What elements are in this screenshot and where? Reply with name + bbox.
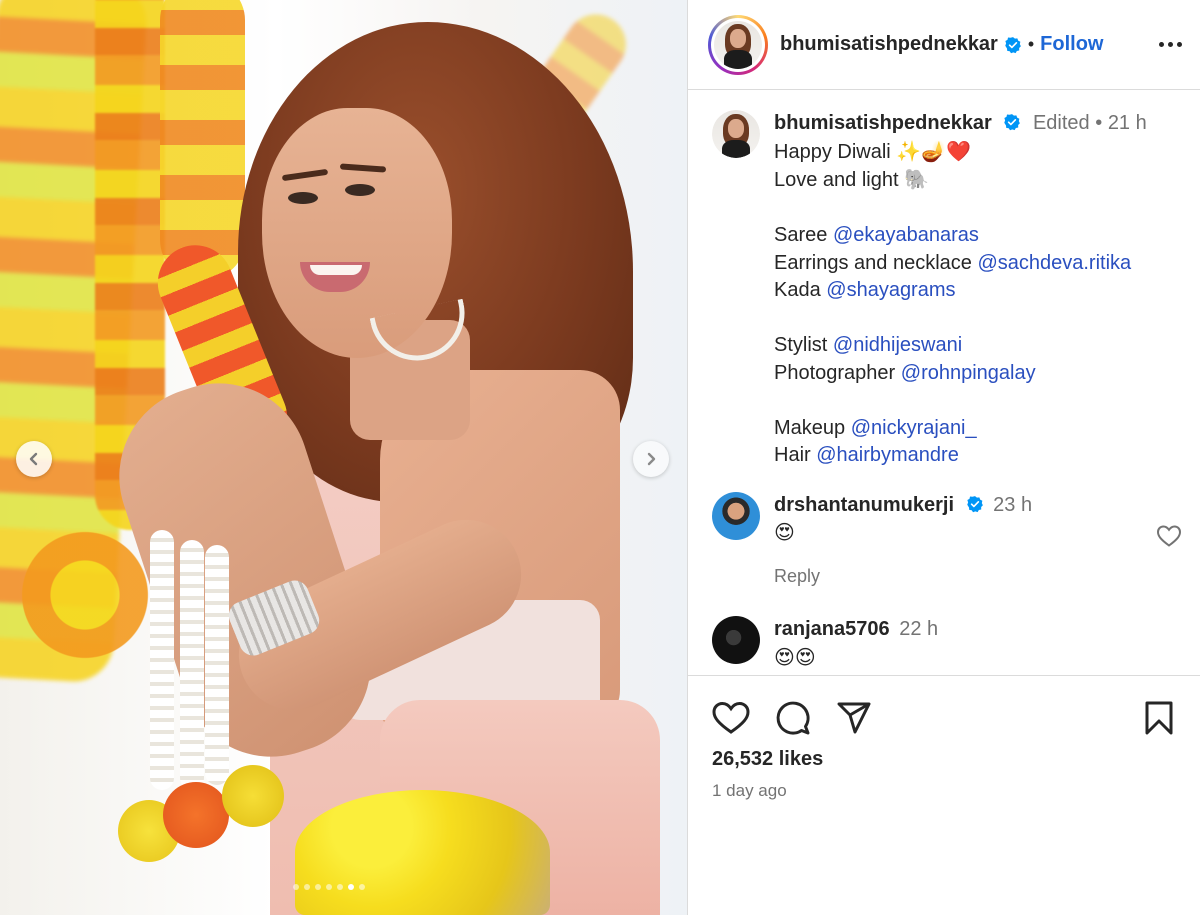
instagram-post-view: bhumisatishpednekkar • Follow bhumisatis… [0, 0, 1200, 915]
carousel-dot [315, 884, 321, 890]
carousel-next-button[interactable] [633, 441, 669, 477]
bookmark-icon [1145, 701, 1173, 735]
carousel-dot [359, 884, 365, 890]
marigold [222, 765, 284, 827]
comment-item: drshantanumukerji 23 h 😍 Reply [712, 491, 1182, 591]
eye [288, 192, 318, 204]
separator-dot: • [1027, 34, 1035, 54]
follow-button[interactable]: Follow [1040, 33, 1103, 56]
marigold-bowl [295, 790, 550, 915]
credit-label: Photographer [774, 361, 901, 384]
comment-time: 23 h [993, 493, 1033, 516]
caption: bhumisatishpednekkar Edited • 21 h Happy… [712, 110, 1182, 470]
comment-icon [776, 701, 810, 735]
carousel-dot [337, 884, 343, 890]
comment-button[interactable] [775, 700, 811, 736]
marigold [163, 782, 229, 848]
caption-avatar[interactable] [712, 110, 760, 158]
credit-label: Makeup [774, 416, 851, 439]
commenter-avatar[interactable] [712, 616, 760, 664]
post-actions: 26,532 likes 1 day ago [688, 675, 1200, 915]
credit-label: Hair [774, 444, 817, 466]
credit-label: Stylist [774, 334, 833, 356]
comment-body: drshantanumukerji 23 h 😍 Reply [774, 492, 1182, 591]
comment-time: 22 h [899, 618, 939, 640]
author-avatar[interactable] [708, 14, 768, 75]
chevron-right-icon [647, 452, 656, 466]
action-icons [712, 698, 1176, 738]
comment-text: 😍😍 [774, 644, 816, 669]
caption-username[interactable]: bhumisatishpednekkar [774, 112, 992, 134]
mention-link[interactable]: @hairbymandre [816, 444, 959, 466]
caption-emoji: 🐘 [904, 167, 930, 191]
post-header: bhumisatishpednekkar • Follow [688, 0, 1200, 90]
jasmine-garland [180, 540, 204, 790]
post-side-panel: bhumisatishpednekkar • Follow bhumisatis… [687, 0, 1200, 915]
garland-decoration [160, 0, 245, 280]
more-options-button[interactable] [1159, 42, 1182, 47]
share-button[interactable] [836, 701, 872, 735]
mention-link[interactable]: @rohnpingalay [901, 362, 1036, 384]
carousel-dot [293, 884, 299, 890]
post-photo[interactable] [0, 0, 687, 915]
author-username[interactable]: bhumisatishpednekkar [780, 33, 998, 56]
chevron-left-icon [29, 452, 38, 466]
post-time[interactable]: 1 day ago [712, 781, 1176, 801]
heart-icon[interactable] [1156, 524, 1182, 548]
mention-link[interactable]: @sachdeva.ritika [977, 252, 1131, 274]
eye [345, 184, 375, 196]
mention-link[interactable]: @shayagrams [826, 279, 955, 301]
edited-label: Edited [1032, 112, 1090, 134]
carousel-dot [348, 884, 354, 890]
credit-label: Saree [774, 224, 833, 246]
like-button[interactable] [712, 701, 750, 735]
caption-time: 21 h [1107, 112, 1147, 134]
commenter-username[interactable]: ranjana5706 [774, 618, 890, 640]
teeth [310, 265, 362, 275]
carousel-dot [304, 884, 310, 890]
credit-label: Earrings and necklace [774, 251, 978, 274]
caption-body: bhumisatishpednekkar Edited • 21 h Happy… [774, 112, 1147, 466]
more-icon [1159, 42, 1164, 47]
comment-body: ranjana5706 22 h 😍😍 [774, 616, 1182, 671]
comment-text: 😍 [774, 520, 795, 544]
likes-count[interactable]: 26,532 likes [712, 748, 1176, 771]
jasmine-garland [205, 545, 229, 785]
verified-badge-icon [966, 495, 983, 512]
carousel-dots [293, 884, 365, 890]
carousel-prev-button[interactable] [16, 441, 52, 477]
verified-badge-icon [1004, 114, 1021, 131]
credit-label: Kada [774, 279, 827, 301]
comment-item: ranjana5706 22 h 😍😍 [712, 616, 1182, 671]
commenter-avatar[interactable] [712, 491, 760, 540]
caption-line: Love and light [774, 169, 905, 191]
commenter-username[interactable]: drshantanumukerji [774, 494, 954, 516]
verified-badge-icon [1005, 36, 1021, 53]
save-button[interactable] [1144, 701, 1174, 735]
caption-emoji: ✨🪔❤️ [896, 138, 971, 163]
comments-section[interactable]: bhumisatishpednekkar Edited • 21 h Happy… [688, 90, 1200, 675]
mention-link[interactable]: @ekayabanaras [833, 224, 979, 246]
reply-button[interactable]: Reply [774, 563, 1182, 591]
mention-link[interactable]: @nidhijeswani [833, 334, 962, 356]
caption-line: Happy Diwali [774, 140, 897, 163]
heart-icon [712, 701, 750, 734]
mention-link[interactable]: @nickyrajani_ [851, 417, 977, 439]
share-icon [837, 702, 871, 734]
carousel-dot [326, 884, 332, 890]
jasmine-garland [150, 530, 174, 790]
